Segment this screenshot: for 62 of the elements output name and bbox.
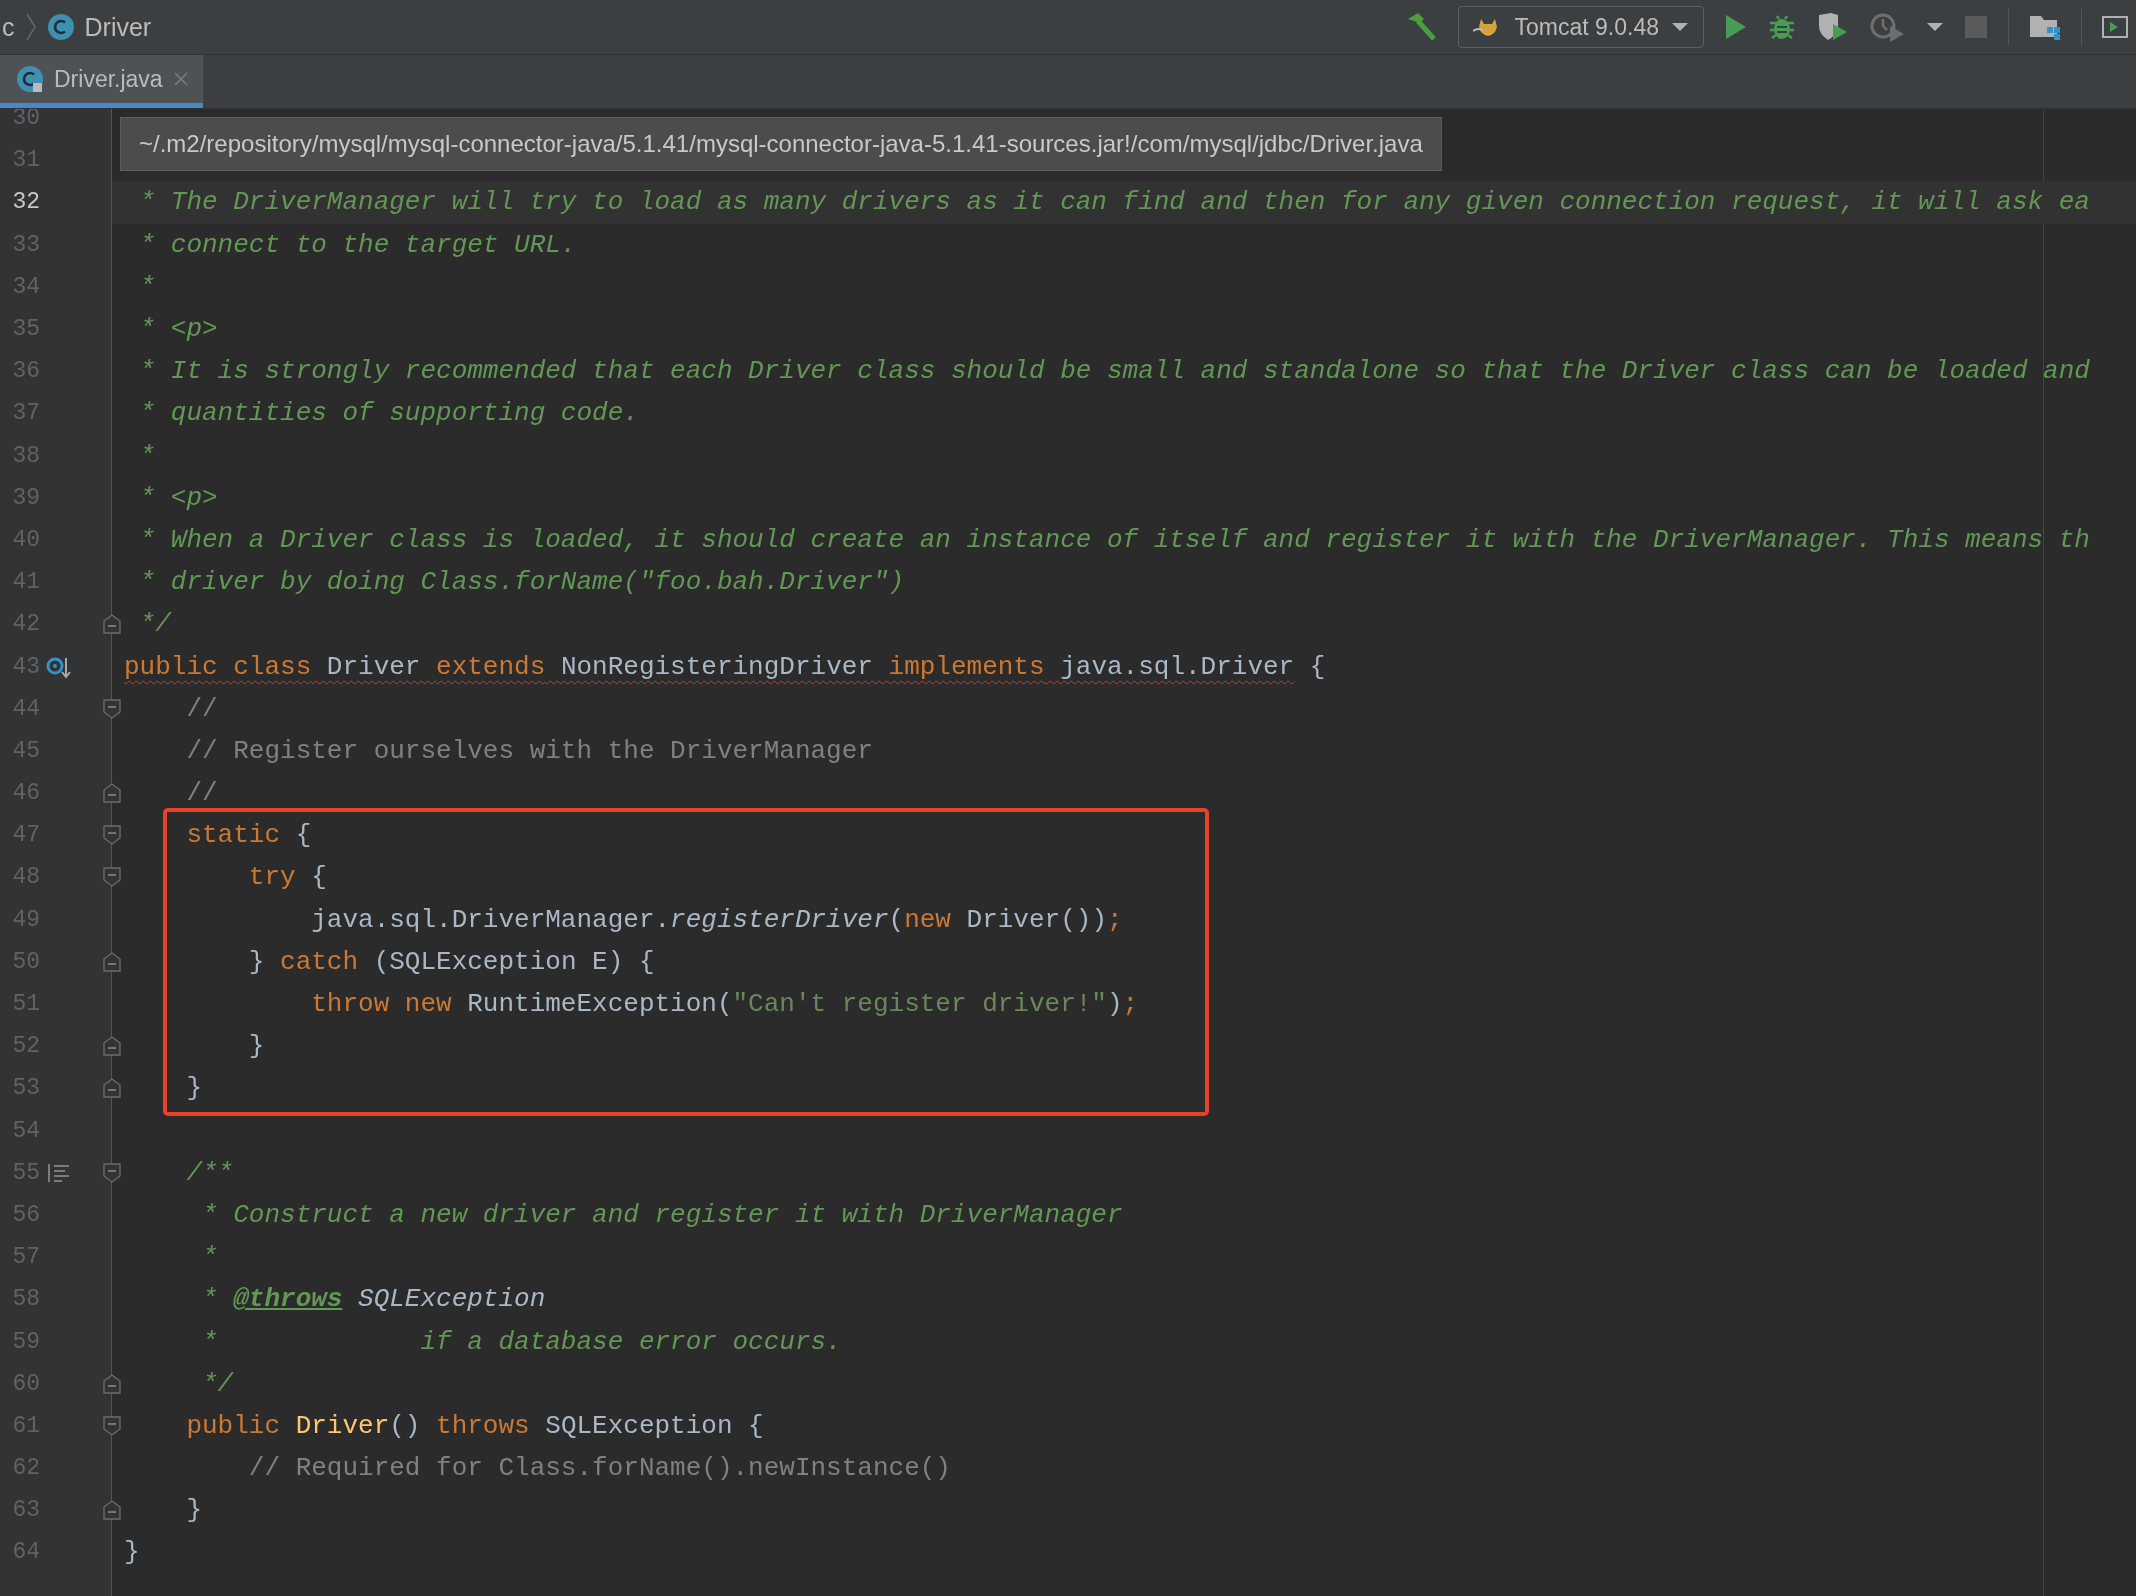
- fold-icon[interactable]: [103, 1162, 121, 1183]
- code-line: */: [138, 609, 171, 640]
- fold-icon[interactable]: [103, 614, 121, 635]
- line-number: 32: [11, 189, 40, 216]
- fold-icon[interactable]: [103, 783, 121, 804]
- run-config-dropdown[interactable]: Tomcat 9.0.48: [1457, 6, 1704, 48]
- breadcrumb-item[interactable]: c: [2, 12, 15, 42]
- caret-icon: [1671, 22, 1689, 32]
- code-line: * quantities of supporting code.: [138, 398, 639, 429]
- code-line: }: [185, 1495, 202, 1526]
- code-line: /**: [185, 1157, 234, 1188]
- code-line: throw new RuntimeException("Can't register driver!");: [310, 989, 1139, 1020]
- bug-icon[interactable]: [1768, 13, 1796, 41]
- chevron-icon: [24, 12, 37, 42]
- code-line: * When a Driver class is loaded, it should create an instance of itself and register it with the DriverManager. This means th: [138, 524, 2090, 555]
- fold-icon[interactable]: [103, 1078, 121, 1099]
- code-line: // Register ourselves with the DriverManager: [185, 735, 873, 766]
- class-icon: [16, 65, 44, 93]
- class-icon: [46, 13, 75, 41]
- code-line: public class Driver extends NonRegisteringDriver implements java.sql.Driver {: [124, 651, 1326, 682]
- profiler-icon[interactable]: [1870, 12, 1906, 42]
- run-icon[interactable]: [1724, 14, 1748, 40]
- path-tooltip: ~/.m2/repository/mysql/mysql-connector-java/5.1.41/mysql-connector-java-5.1.41-sources.jar!/com/mysql/jdbc/Driver.java: [120, 117, 1442, 171]
- code-line: * @throws SQLException: [201, 1284, 546, 1315]
- code-line: *: [138, 440, 156, 471]
- doc-icon[interactable]: [47, 1162, 71, 1183]
- code-line: java.sql.DriverManager.registerDriver(new Driver());: [310, 904, 1123, 935]
- fold-icon[interactable]: [103, 867, 121, 888]
- fold-icon[interactable]: [103, 1415, 121, 1436]
- fold-icon[interactable]: [103, 1373, 121, 1394]
- fold-icon[interactable]: [103, 698, 121, 719]
- code-line: *: [201, 1242, 218, 1273]
- fold-icon[interactable]: [103, 1500, 121, 1521]
- code-line: * The DriverManager will try to load as many drivers as it can find and then for any given connection request, it will ask ea: [138, 187, 2090, 218]
- code-line: }: [185, 1073, 202, 1104]
- code-line: }: [124, 1537, 140, 1568]
- code-line: * connect to the target URL.: [138, 229, 577, 260]
- code-line: * It is strongly recommended that each Driver class should be small and standalone so that the Driver class can be loaded and: [138, 356, 2090, 387]
- code-line: *: [138, 271, 156, 302]
- fold-icon[interactable]: [103, 825, 121, 846]
- editor-tab[interactable]: Driver.java: [0, 55, 203, 108]
- folder-icon[interactable]: [2029, 13, 2061, 41]
- code-line: static {: [185, 820, 312, 851]
- code-line: // Required for Class.forName().newInstance(): [247, 1453, 951, 1484]
- close-icon[interactable]: [172, 71, 189, 87]
- code-line: */: [201, 1368, 234, 1399]
- fold-icon[interactable]: [103, 951, 121, 972]
- window-icon[interactable]: [2102, 14, 2128, 40]
- code-line: * if a database error occurs.: [201, 1326, 842, 1357]
- caret-icon[interactable]: [1926, 22, 1944, 32]
- code-line: * <p>: [138, 482, 218, 513]
- code-line: * Construct a new driver and register it with DriverManager: [201, 1199, 1123, 1230]
- code-line: public Driver() throws SQLException {: [185, 1410, 764, 1441]
- fold-icon[interactable]: [103, 1036, 121, 1057]
- code-line: }: [247, 1031, 265, 1062]
- code-line: //: [185, 693, 218, 724]
- breadcrumb-item[interactable]: Driver: [84, 12, 152, 42]
- code-line: } catch (SQLException E) {: [247, 946, 655, 977]
- code-line: //: [185, 778, 218, 809]
- code-line: try {: [247, 862, 327, 893]
- code-line: * <p>: [138, 314, 218, 345]
- code-line: * driver by doing Class.forName("foo.bah.Driver"): [138, 567, 905, 598]
